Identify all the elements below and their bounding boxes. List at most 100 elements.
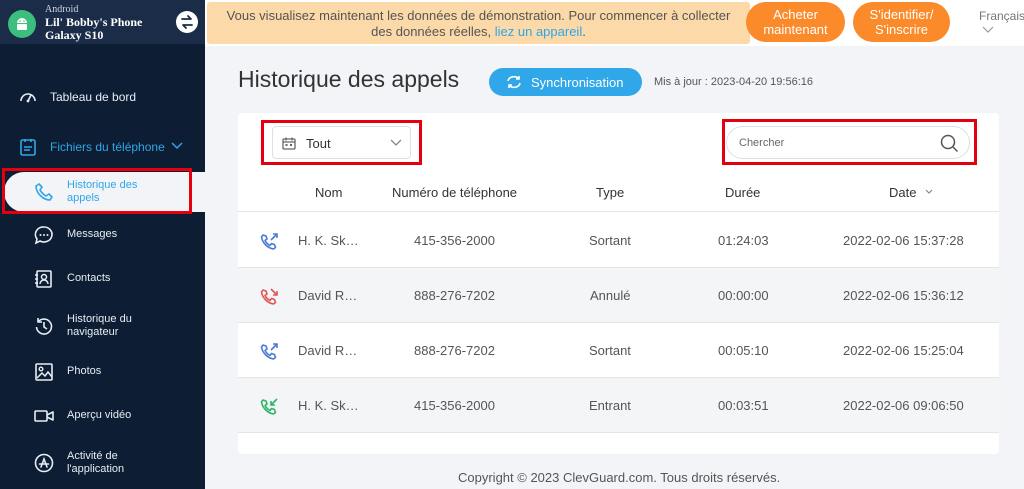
sidebar-item-label: Contacts xyxy=(67,272,111,284)
sidebar-item-label: Photos xyxy=(67,365,102,377)
label-line-1: Activité de xyxy=(67,450,118,462)
button-line-1: S'identifier/ xyxy=(869,7,934,22)
language-selector[interactable]: Français xyxy=(979,9,1024,23)
device-header: Android Lil' Bobby's Phone Galaxy S10 xyxy=(0,0,205,44)
sidebar-item-label: Historique du navigateur xyxy=(67,313,132,339)
chevron-down-icon xyxy=(390,139,402,146)
column-header-type[interactable]: Type xyxy=(596,185,624,200)
sort-down-icon[interactable] xyxy=(925,189,933,195)
cell-name: H. K. Sk… xyxy=(298,233,359,248)
history-icon xyxy=(35,318,53,335)
filter-value: Tout xyxy=(306,136,331,151)
calendar-icon xyxy=(282,137,296,150)
cell-type: Sortant xyxy=(589,233,631,248)
android-icon xyxy=(8,10,36,38)
sidebar-item-label: Messages xyxy=(67,228,118,240)
outgoing-call-icon xyxy=(260,343,278,360)
button-line-1: Acheter xyxy=(773,7,818,22)
missed-call-icon xyxy=(260,288,278,305)
cell-duration: 00:00:00 xyxy=(718,288,769,303)
type-filter-select[interactable]: Tout xyxy=(272,126,411,159)
sync-button[interactable]: Synchronisation xyxy=(489,68,642,96)
notice-line-2: des données réelles, xyxy=(371,24,492,39)
sidebar-item-contacts[interactable]: Contacts xyxy=(0,259,205,299)
button-line-2: maintenant xyxy=(763,22,828,37)
sync-icon xyxy=(507,75,521,89)
button-line-2: S'inscrire xyxy=(874,22,929,37)
login-signup-button[interactable]: S'identifier/S'inscrire xyxy=(853,2,950,42)
chevron-down-icon[interactable] xyxy=(982,26,994,34)
image-icon xyxy=(35,363,53,381)
last-updated: Mis à jour : 2023-04-20 19:56:16 xyxy=(654,76,813,88)
label-line-1: Historique du xyxy=(67,313,132,325)
incoming-call-icon xyxy=(260,398,278,415)
gauge-icon xyxy=(20,93,36,103)
video-camera-icon xyxy=(34,410,54,422)
cell-name: H. K. Sk… xyxy=(298,398,359,413)
cell-phone: 415-356-2000 xyxy=(414,398,495,413)
sidebar-item-label: Historique des appels xyxy=(67,179,137,205)
sidebar: Android Lil' Bobby's Phone Galaxy S10 Ta… xyxy=(0,0,205,489)
chevron-down-icon xyxy=(171,142,183,150)
label-line-1: Historique des xyxy=(67,179,138,191)
cell-type: Annulé xyxy=(590,288,631,303)
column-header-phone[interactable]: Numéro de téléphone xyxy=(392,185,517,200)
sidebar-group-label: Fichiers du téléphone xyxy=(50,140,165,154)
page-title: Historique des appels xyxy=(238,66,460,92)
cell-phone: 888-276-7202 xyxy=(414,288,495,303)
label-line-2: l'application xyxy=(67,463,125,475)
switch-device-icon[interactable] xyxy=(176,11,198,33)
sidebar-item-label: Aperçu vidéo xyxy=(67,409,132,421)
sidebar-item-label: Tableau de bord xyxy=(50,90,137,104)
sync-label: Synchronisation xyxy=(531,75,624,90)
notice-line-1: Vous visualisez maintenant les données d… xyxy=(226,8,731,23)
cell-duration: 01:24:03 xyxy=(718,233,769,248)
copyright-footer: Copyright © 2023 ClevGuard.com. Tous dro… xyxy=(458,470,781,485)
cell-duration: 00:05:10 xyxy=(718,343,769,358)
table-row[interactable]: David R… 888-276-7202 Annulé 00:00:00 20… xyxy=(238,268,999,323)
sidebar-item-label: Activité de l'application xyxy=(67,450,124,476)
cell-name: David R… xyxy=(298,288,358,303)
chat-bubble-icon xyxy=(34,226,53,245)
column-header-date[interactable]: Date xyxy=(889,185,916,200)
call-history-card: Tout Nom Numéro de téléphone Type Durée … xyxy=(238,113,999,454)
buy-now-button[interactable]: Acheter maintenant xyxy=(746,2,845,42)
sidebar-item-browser-history[interactable]: Historique du navigateur xyxy=(0,306,205,346)
table-row[interactable]: H. K. Sk… 415-356-2000 Sortant 01:24:03 … xyxy=(238,213,999,268)
device-os: Android xyxy=(45,4,79,15)
cell-date: 2022-02-06 15:37:28 xyxy=(843,233,964,248)
clipboard-icon xyxy=(20,139,36,156)
column-header-name[interactable]: Nom xyxy=(315,185,342,200)
cell-date: 2022-02-06 15:25:04 xyxy=(843,343,964,358)
cell-date: 2022-02-06 15:36:12 xyxy=(843,288,964,303)
cell-date: 2022-02-06 09:06:50 xyxy=(843,398,964,413)
table-row[interactable]: David R… 888-276-7202 Sortant 00:05:10 2… xyxy=(238,323,999,378)
search-icon[interactable] xyxy=(940,134,959,153)
table-row[interactable]: H. K. Sk… 415-356-2000 Entrant 00:03:51 … xyxy=(238,378,999,433)
cell-phone: 415-356-2000 xyxy=(414,233,495,248)
sidebar-item-photos[interactable]: Photos xyxy=(0,352,205,392)
demo-notice: Vous visualisez maintenant les données d… xyxy=(207,2,750,44)
cell-name: David R… xyxy=(298,343,358,358)
search-box[interactable] xyxy=(726,126,970,159)
top-banner: Vous visualisez maintenant les données d… xyxy=(205,0,1024,46)
sidebar-group-phone-files[interactable]: Fichiers du téléphone xyxy=(0,127,205,167)
column-header-duration[interactable]: Durée xyxy=(725,185,760,200)
notice-suffix: . xyxy=(582,24,586,39)
app-store-icon xyxy=(34,453,54,473)
sidebar-item-messages[interactable]: Messages xyxy=(0,215,205,255)
label-line-2: navigateur xyxy=(67,326,119,338)
device-model: Galaxy S10 xyxy=(45,28,104,42)
sidebar-item-app-activity[interactable]: Activité de l'application xyxy=(0,443,205,483)
sidebar-item-video-preview[interactable]: Aperçu vidéo xyxy=(0,396,205,436)
search-input[interactable] xyxy=(739,134,929,152)
sidebar-item-dashboard[interactable]: Tableau de bord xyxy=(0,77,205,117)
link-device-link[interactable]: liez un appareil xyxy=(495,24,582,39)
outgoing-call-icon xyxy=(260,233,278,250)
cell-duration: 00:03:51 xyxy=(718,398,769,413)
cell-type: Sortant xyxy=(589,343,631,358)
sidebar-item-call-history[interactable]: Historique des appels xyxy=(4,172,205,212)
label-line-2: appels xyxy=(67,192,100,204)
cell-type: Entrant xyxy=(589,398,631,413)
cell-phone: 888-276-7202 xyxy=(414,343,495,358)
